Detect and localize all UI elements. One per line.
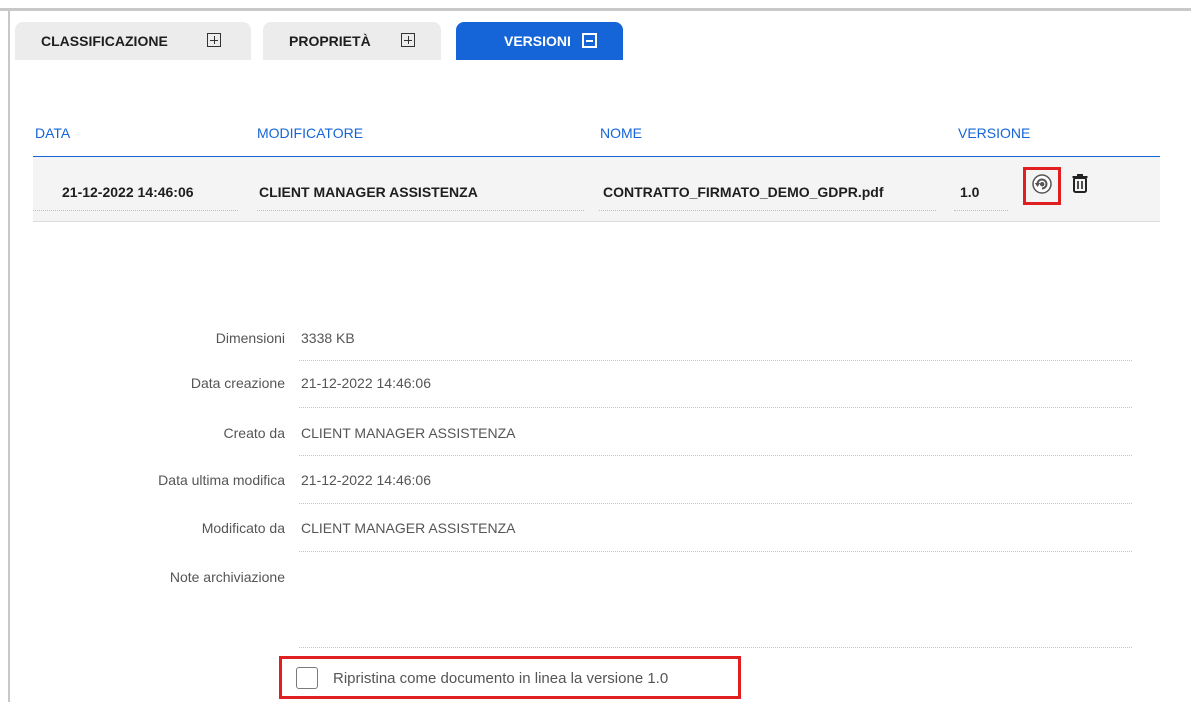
cell-modificatore: CLIENT MANAGER ASSISTENZA (259, 184, 478, 200)
expand-plus-icon[interactable] (207, 33, 221, 47)
tab-proprieta[interactable]: PROPRIETÀ (263, 22, 441, 60)
detail-label-note-archiviazione: Note archiviazione (169, 569, 285, 585)
column-header-nome[interactable]: NOME (600, 125, 642, 141)
detail-label-dimensioni: Dimensioni (215, 330, 285, 346)
detail-value-data-creazione: 21-12-2022 14:46:06 (301, 375, 431, 391)
tab-proprieta-label: PROPRIETÀ (289, 33, 371, 49)
panel-top-border (0, 8, 1191, 11)
cell-nome: CONTRATTO_FIRMATO_DEMO_GDPR.pdf (603, 184, 884, 200)
detail-divider (299, 407, 1132, 408)
detail-value-modificato-da: CLIENT MANAGER ASSISTENZA (301, 520, 516, 536)
detail-divider (299, 647, 1132, 648)
collapse-minus-icon[interactable] (582, 33, 597, 48)
delete-version-button[interactable] (1070, 173, 1090, 198)
tab-classificazione-label: CLASSIFICAZIONE (41, 33, 168, 49)
column-header-versione[interactable]: VERSIONE (958, 125, 1030, 141)
column-header-data[interactable]: DATA (35, 125, 70, 141)
tab-versioni[interactable]: VERSIONI (456, 22, 623, 60)
panel-left-border (8, 8, 10, 702)
detail-divider (299, 503, 1132, 504)
row-divider (33, 221, 1160, 222)
column-header-modificatore[interactable]: MODIFICATORE (257, 125, 363, 141)
restore-version-button[interactable] (1023, 167, 1061, 205)
cell-underline (599, 210, 936, 211)
detail-label-creato-da: Creato da (223, 425, 285, 441)
restore-checkbox[interactable] (296, 667, 318, 689)
cell-underline (33, 210, 238, 211)
detail-value-creato-da: CLIENT MANAGER ASSISTENZA (301, 425, 516, 441)
detail-divider (299, 360, 1132, 361)
restore-checkbox-label[interactable]: Ripristina come documento in linea la ve… (333, 670, 668, 687)
detail-label-data-creazione: Data creazione (190, 375, 285, 391)
detail-value-dimensioni: 3338 KB (301, 330, 355, 346)
detail-label-data-ultima-modifica: Data ultima modifica (158, 472, 285, 488)
restore-icon (1031, 173, 1053, 200)
detail-divider (299, 455, 1132, 456)
cell-data: 21-12-2022 14:46:06 (62, 184, 194, 200)
detail-value-data-ultima-modifica: 21-12-2022 14:46:06 (301, 472, 431, 488)
tab-classificazione[interactable]: CLASSIFICAZIONE (15, 22, 251, 60)
tab-versioni-label: VERSIONI (504, 33, 571, 49)
cell-versione: 1.0 (960, 184, 980, 200)
detail-divider (299, 551, 1132, 552)
cell-underline (257, 210, 584, 211)
cell-underline (954, 210, 1008, 211)
expand-plus-icon[interactable] (401, 33, 415, 47)
detail-label-modificato-da: Modificato da (201, 520, 285, 536)
table-row[interactable] (33, 157, 1160, 222)
trash-icon (1072, 173, 1088, 198)
